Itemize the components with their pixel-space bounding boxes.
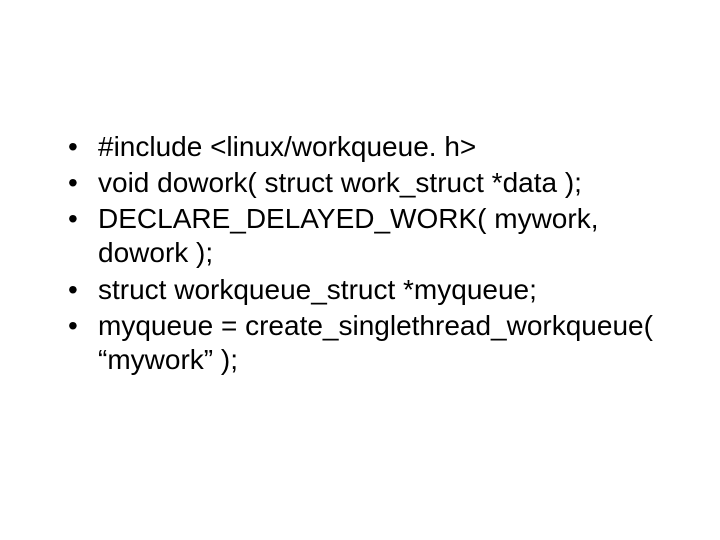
list-item: void dowork( struct work_struct *data ); — [60, 166, 660, 200]
bullet-text: struct workqueue_struct *myqueue; — [98, 274, 537, 305]
slide: #include <linux/workqueue. h> void dowor… — [0, 0, 720, 540]
list-item: DECLARE_DELAYED_WORK( mywork, dowork ); — [60, 202, 660, 270]
bullet-text: #include <linux/workqueue. h> — [98, 131, 476, 162]
bullet-text: DECLARE_DELAYED_WORK( mywork, dowork ); — [98, 203, 598, 268]
bullet-list: #include <linux/workqueue. h> void dowor… — [60, 130, 660, 377]
list-item: myqueue = create_singlethread_workqueue(… — [60, 309, 660, 377]
bullet-text: myqueue = create_singlethread_workqueue(… — [98, 310, 653, 375]
list-item: #include <linux/workqueue. h> — [60, 130, 660, 164]
bullet-text: void dowork( struct work_struct *data ); — [98, 167, 582, 198]
list-item: struct workqueue_struct *myqueue; — [60, 273, 660, 307]
